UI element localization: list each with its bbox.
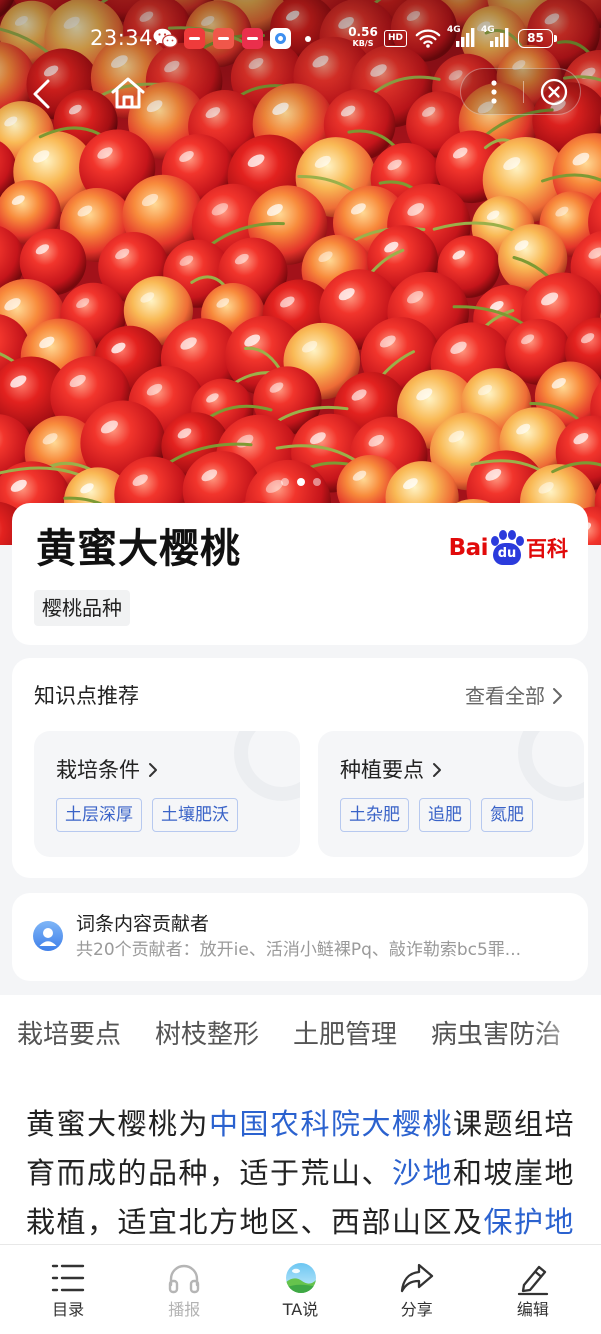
ta-say-label: TA说 xyxy=(282,1300,319,1319)
knowledge-tag[interactable]: 土壤肥沃 xyxy=(152,798,238,832)
mini-program-capsule xyxy=(460,68,581,115)
carousel-dot[interactable] xyxy=(280,478,289,486)
carousel-indicator[interactable] xyxy=(0,478,601,488)
more-dot-icon xyxy=(305,36,311,42)
baidu-baike-logo[interactable]: Bai du 百科 xyxy=(449,529,568,567)
app-icon xyxy=(213,28,234,49)
tab-soil-fertilizer[interactable]: 土肥管理 xyxy=(293,1012,397,1058)
network-speed: 0.56 KB/S xyxy=(347,26,379,49)
status-time: 23:34 xyxy=(90,26,154,50)
app-icon xyxy=(242,28,263,49)
paw-toe xyxy=(516,536,524,546)
subcard-title[interactable]: 栽培条件 xyxy=(56,757,158,783)
app-icon xyxy=(184,28,205,49)
intro-paragraph: 黄蜜大樱桃为中国农科院大樱桃课题组培育而成的品种，适于荒山、沙地和坡崖地栽植，适… xyxy=(26,1100,582,1247)
section-tabs: 栽培要点 树枝整形 土肥管理 病虫害防治 xyxy=(17,1012,561,1058)
tab-pruning[interactable]: 树枝整形 xyxy=(155,1012,259,1058)
battery-icon: 85 xyxy=(518,29,553,48)
intro-link[interactable]: 中国农科院大樱桃 xyxy=(209,1107,453,1141)
logo-text-bai: Bai xyxy=(448,535,489,561)
card-decoration xyxy=(234,731,300,801)
network-speed-unit: KB/S xyxy=(352,39,374,48)
intro-link[interactable]: 保护地 xyxy=(484,1205,576,1239)
bottom-toolbar: 目录 播报 TA说 分享 编辑 xyxy=(0,1244,601,1334)
tabs-fade-overlay xyxy=(531,1012,601,1058)
app-icon xyxy=(270,28,291,49)
network-type: 4G xyxy=(481,25,495,35)
broadcast-label: 播报 xyxy=(168,1300,201,1319)
toc-button[interactable]: 目录 xyxy=(10,1245,126,1334)
paw-toe xyxy=(499,530,507,540)
home-icon xyxy=(111,77,145,109)
intro-text: 黄蜜大樱桃为 xyxy=(26,1107,210,1141)
network-type: 4G xyxy=(447,25,461,35)
battery-nub xyxy=(554,35,557,42)
wifi-icon xyxy=(415,28,441,48)
view-all-label: 查看全部 xyxy=(465,684,545,708)
toc-label: 目录 xyxy=(52,1300,85,1319)
share-icon xyxy=(399,1262,435,1294)
close-button[interactable] xyxy=(539,77,569,107)
contributors-title: 词条内容贡献者 xyxy=(76,913,210,935)
category-tag[interactable]: 樱桃品种 xyxy=(34,590,130,626)
card-decoration xyxy=(518,731,584,801)
contributor-avatar-icon xyxy=(33,921,63,951)
logo-text-baike: 百科 xyxy=(526,537,568,561)
network-speed-value: 0.56 xyxy=(348,25,378,39)
share-label: 分享 xyxy=(400,1300,433,1319)
chevron-right-icon xyxy=(149,763,157,777)
knowledge-recommend-card: 知识点推荐 查看全部 栽培条件 土层深厚 土壤肥沃 种植要点 土杂肥 追肥 氮肥 xyxy=(12,658,588,878)
home-button[interactable] xyxy=(110,76,146,110)
knowledge-tag[interactable]: 追肥 xyxy=(419,798,471,832)
tag-list: 土层深厚 土壤肥沃 xyxy=(56,798,238,832)
hd-badge: HD xyxy=(384,30,407,47)
wechat-icon xyxy=(153,28,178,49)
entry-header-card: 黄蜜大樱桃 樱桃品种 Bai du 百科 xyxy=(12,503,588,645)
status-bar: 23:34 0.56 KB/S HD 4G 4G 85 xyxy=(0,0,601,64)
chevron-right-icon xyxy=(433,763,441,777)
subcard-title-label: 栽培条件 xyxy=(56,758,140,782)
subcard-title-label: 种植要点 xyxy=(340,758,424,782)
subcard-title[interactable]: 种植要点 xyxy=(340,757,442,783)
section-title: 知识点推荐 xyxy=(34,684,139,708)
page-title: 黄蜜大樱桃 xyxy=(36,526,241,572)
share-button[interactable]: 分享 xyxy=(359,1245,475,1334)
edit-button[interactable]: 编辑 xyxy=(475,1245,591,1334)
chevron-right-icon xyxy=(553,688,562,704)
list-icon xyxy=(50,1262,86,1294)
knowledge-subcard[interactable]: 种植要点 土杂肥 追肥 氮肥 xyxy=(318,731,584,857)
contributors-card[interactable]: 词条内容贡献者 共20个贡献者：放开ie、活消小鲢裸Pq、敲诈勒索bc5罪... xyxy=(12,893,588,981)
close-circle-icon xyxy=(540,78,568,106)
knowledge-subcard[interactable]: 栽培条件 土层深厚 土壤肥沃 xyxy=(34,731,300,857)
broadcast-button[interactable]: 播报 xyxy=(126,1245,242,1334)
tag-list: 土杂肥 追肥 氮肥 xyxy=(340,798,533,832)
knowledge-tag[interactable]: 土层深厚 xyxy=(56,798,142,832)
cellular-signal-icon: 4G xyxy=(447,25,477,49)
ta-say-icon xyxy=(285,1262,317,1294)
view-all-link[interactable]: 查看全部 xyxy=(465,684,563,708)
edit-label: 编辑 xyxy=(516,1300,549,1319)
carousel-dot[interactable] xyxy=(312,478,321,486)
capsule-divider xyxy=(523,81,524,103)
knowledge-tag[interactable]: 氮肥 xyxy=(481,798,533,832)
paw-toe xyxy=(508,530,516,540)
headphones-icon xyxy=(166,1262,202,1294)
tab-cultivation-points[interactable]: 栽培要点 xyxy=(17,1012,121,1058)
ta-say-button[interactable]: TA说 xyxy=(242,1245,358,1334)
more-button[interactable] xyxy=(484,76,504,108)
edit-icon xyxy=(515,1262,551,1296)
knowledge-tag[interactable]: 土杂肥 xyxy=(340,798,409,832)
more-vertical-icon xyxy=(491,80,497,104)
back-button[interactable] xyxy=(29,78,55,110)
logo-text-du: du xyxy=(493,543,521,565)
intro-link[interactable]: 沙地 xyxy=(392,1156,453,1190)
chevron-left-icon xyxy=(33,79,50,109)
carousel-dot-active[interactable] xyxy=(296,478,305,486)
paw-icon: du xyxy=(489,530,525,566)
contributors-summary: 共20个贡献者：放开ie、活消小鲢裸Pq、敲诈勒索bc5罪... xyxy=(76,940,522,960)
cellular-signal-icon: 4G xyxy=(481,25,511,49)
